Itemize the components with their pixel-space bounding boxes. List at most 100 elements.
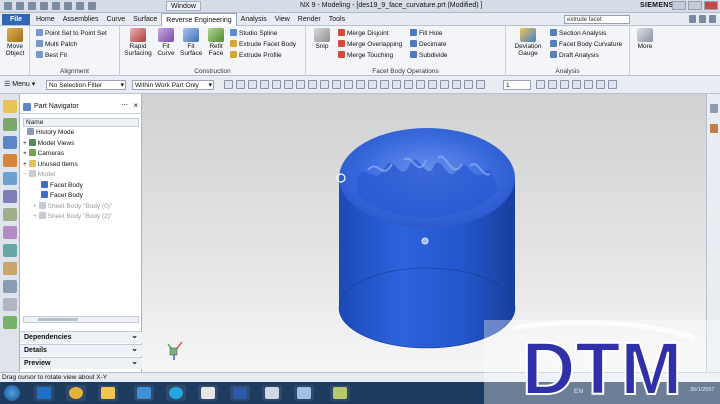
view-triad-icon[interactable] (536, 80, 545, 89)
intersection-snap-icon[interactable] (404, 80, 413, 89)
close-button[interactable] (704, 1, 718, 10)
word-app[interactable] (230, 385, 250, 401)
fit-view-icon[interactable] (320, 80, 329, 89)
navigator-menu-icon[interactable]: ⋯ (121, 101, 128, 109)
tree-row-cameras[interactable]: + Cameras (23, 149, 139, 160)
snap-center-icon[interactable] (284, 80, 293, 89)
maximize-button[interactable] (688, 1, 702, 10)
tree-row-facet-body-2[interactable]: Facet Body (23, 191, 139, 202)
draft-analysis-button[interactable]: Draft Analysis (550, 51, 599, 60)
reuse-library-icon[interactable] (3, 154, 17, 167)
snipping-app[interactable] (262, 385, 282, 401)
curve-snap-icon[interactable] (344, 80, 353, 89)
cut-icon[interactable] (52, 2, 60, 10)
section-analysis-button[interactable]: Section Analysis (550, 29, 606, 38)
details-panel[interactable]: Details (20, 343, 142, 356)
explorer-app[interactable] (98, 385, 118, 401)
orient-view-icon[interactable] (332, 80, 341, 89)
work-layer-dropdown[interactable]: 1 (503, 80, 531, 90)
tab-home[interactable]: Home (32, 13, 59, 27)
minimize-ribbon-icon[interactable] (709, 15, 716, 23)
history-icon[interactable] (3, 208, 17, 221)
redo-icon[interactable] (40, 2, 48, 10)
chrome-app[interactable] (66, 385, 86, 401)
tab-assemblies[interactable]: Assemblies (59, 13, 103, 27)
snap-quadrant-icon[interactable] (296, 80, 305, 89)
merge-disjoint-button[interactable]: Merge Disjoint (338, 29, 389, 38)
deselect-icon[interactable] (236, 80, 245, 89)
shading-icon[interactable] (476, 80, 485, 89)
internet-explorer-app[interactable] (134, 385, 154, 401)
command-finder-input[interactable]: extrude facet (564, 15, 630, 24)
tab-analysis[interactable]: Analysis (237, 13, 271, 27)
tab-view[interactable]: View (271, 13, 294, 27)
save-icon[interactable] (16, 2, 24, 10)
refit-face-button[interactable]: Refit Face (206, 28, 226, 57)
view-pin-icon[interactable] (710, 104, 718, 113)
layer-icon[interactable] (464, 80, 473, 89)
palettes-icon[interactable] (3, 316, 17, 329)
line-snap-icon[interactable] (356, 80, 365, 89)
extrude-facet-body-button[interactable]: Extrude Facet Body (230, 40, 296, 49)
plane-icon[interactable] (440, 80, 449, 89)
close-icon[interactable]: × (133, 101, 138, 110)
skype-app[interactable] (166, 385, 186, 401)
type-filter-dropdown[interactable]: No Selection Filter (46, 80, 126, 90)
outlook-app[interactable] (34, 385, 54, 401)
tree-row-facet-body-1[interactable]: Facet Body (23, 180, 139, 192)
view-refresh-icon[interactable] (548, 80, 557, 89)
subdivide-button[interactable]: Subdivide (410, 51, 448, 60)
navigator-hscrollbar[interactable] (23, 316, 139, 323)
arc-snap-icon[interactable] (368, 80, 377, 89)
constraint-navigator-icon[interactable] (3, 118, 17, 131)
selection-scope-dropdown[interactable]: Within Work Part Only (132, 80, 214, 90)
more-button[interactable]: More (634, 28, 656, 50)
snip-button[interactable]: Snip (312, 28, 332, 50)
merge-touching-button[interactable]: Merge Touching (338, 51, 393, 60)
fit-surface-button[interactable]: Fit Surface (180, 28, 202, 57)
snap-endpoint-icon[interactable] (260, 80, 269, 89)
tab-reverse-engineering[interactable]: Reverse Engineering (161, 13, 237, 27)
web-browser-icon[interactable] (3, 190, 17, 203)
tree-row-unused-items[interactable]: + Unused Items (23, 159, 139, 171)
copy-icon[interactable] (64, 2, 72, 10)
process-studio-icon[interactable] (3, 244, 17, 257)
tab-surface[interactable]: Surface (129, 13, 161, 27)
nx-app[interactable] (198, 385, 218, 401)
file-tab[interactable]: File (2, 14, 30, 25)
tree-row-history-mode[interactable]: History Mode (23, 128, 139, 139)
rapid-surfacing-button[interactable]: Rapid Surfacing (124, 28, 152, 57)
view-zoom-icon[interactable] (572, 80, 581, 89)
tree-row-model-views[interactable]: + Model Views (23, 138, 139, 150)
assembly-navigator-icon[interactable] (3, 100, 17, 113)
decimate-button[interactable]: Decimate (410, 40, 446, 49)
tree-row-sheet-body-0[interactable]: + Sheet Body "Body (0)" (23, 201, 139, 213)
roles-icon[interactable] (3, 280, 17, 293)
move-object-button[interactable]: Move Object (2, 28, 28, 57)
minimize-button[interactable] (672, 1, 686, 10)
merge-overlapping-button[interactable]: Merge Overlapping (338, 40, 402, 49)
part-navigator-icon[interactable] (3, 136, 17, 149)
scroll-thumb[interactable] (38, 318, 78, 321)
point-set-button[interactable]: Point Set to Point Set (36, 29, 107, 38)
view-pan-icon[interactable] (596, 80, 605, 89)
wcs-icon[interactable] (452, 80, 461, 89)
tangent-snap-icon[interactable] (416, 80, 425, 89)
point-snap-icon[interactable] (380, 80, 389, 89)
view-settings-icon[interactable] (608, 80, 617, 89)
name-column-header[interactable]: Name (23, 118, 139, 127)
preview-panel[interactable]: Preview (20, 356, 142, 369)
paste-icon[interactable] (76, 2, 84, 10)
undo-icon[interactable] (28, 2, 36, 10)
extrude-profile-button[interactable]: Extrude Profile (230, 51, 282, 60)
grid-snap-icon[interactable] (428, 80, 437, 89)
search-icon[interactable] (689, 15, 696, 23)
tab-curve[interactable]: Curve (102, 13, 129, 27)
fill-hole-button[interactable]: Fill Hole (410, 29, 442, 38)
select-all-icon[interactable] (224, 80, 233, 89)
system-materials-icon[interactable] (3, 226, 17, 239)
start-button[interactable] (4, 385, 20, 401)
help-icon[interactable] (699, 15, 706, 23)
tab-render[interactable]: Render (294, 13, 325, 27)
menu-button[interactable]: ☰ Menu ▾ (4, 80, 35, 88)
